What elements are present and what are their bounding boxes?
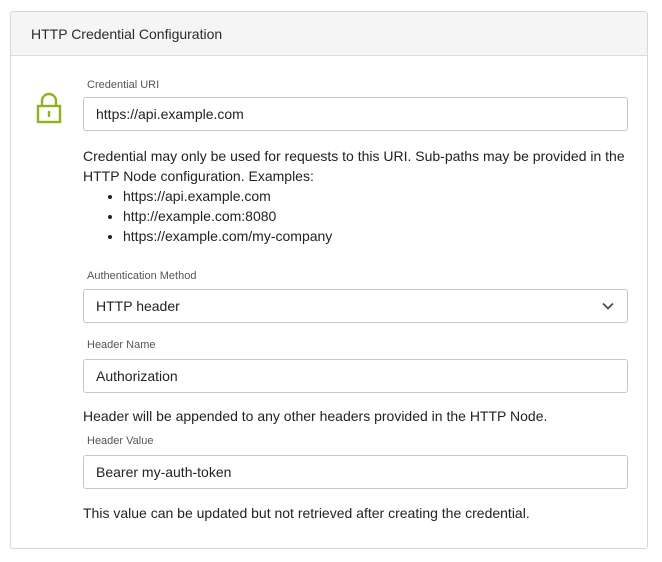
credential-uri-label: Credential URI [87,79,160,91]
auth-method-value: HTTP header [96,298,180,314]
panel-title: HTTP Credential Configuration [31,25,223,42]
uri-example-item: http://example.com:8080 [123,206,633,226]
uri-examples-list: https://api.example.com http://example.c… [83,186,633,246]
header-value-help: This value can be updated but not retrie… [83,505,530,521]
lock-icon [36,92,62,124]
header-name-input[interactable]: Authorization [83,359,628,393]
credential-uri-value: https://api.example.com [96,106,244,122]
header-value-label: Header Value [87,435,154,447]
uri-example-item: https://example.com/my-company [123,226,633,246]
credential-uri-help-text: Credential may only be used for requests… [83,148,625,184]
credential-config-panel: HTTP Credential Configuration Credential… [10,11,648,549]
chevron-down-icon [602,302,614,310]
header-name-help: Header will be appended to any other hea… [83,408,548,424]
uri-example-item: https://api.example.com [123,186,633,206]
header-value-input[interactable]: Bearer my-auth-token [83,455,628,489]
auth-method-select[interactable]: HTTP header [83,289,628,323]
header-name-label: Header Name [87,339,156,351]
header-value-value: Bearer my-auth-token [96,464,232,480]
auth-method-label: Authentication Method [87,270,197,282]
credential-uri-input[interactable]: https://api.example.com [83,97,628,131]
panel-header: HTTP Credential Configuration [11,12,647,56]
header-name-value: Authorization [96,368,178,384]
credential-uri-help: Credential may only be used for requests… [83,146,633,246]
